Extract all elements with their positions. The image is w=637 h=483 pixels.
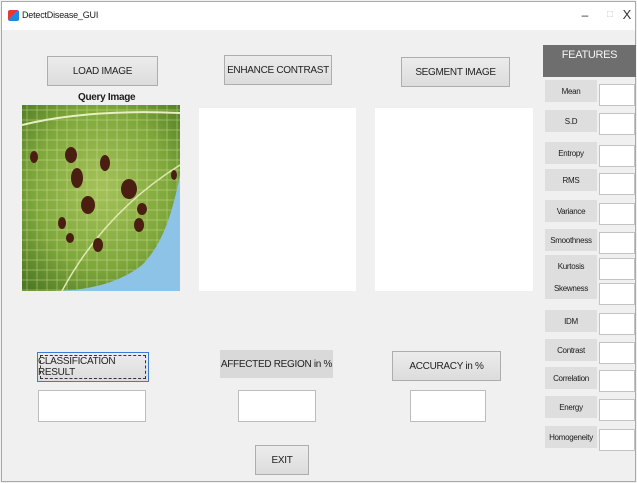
feature-field-correlation[interactable]: [599, 370, 635, 392]
features-header: FEATURES: [543, 45, 636, 77]
feature-field-contrast[interactable]: [599, 342, 635, 364]
classification-result-button[interactable]: CLASSIFICATION RESULT: [37, 352, 149, 382]
matlab-app-icon: [8, 10, 19, 21]
enhance-contrast-button[interactable]: ENHANCE CONTRAST: [224, 55, 332, 85]
feature-label-entropy: Entropy: [545, 142, 597, 164]
accuracy-button[interactable]: ACCURACY in %: [392, 351, 501, 381]
feature-label-smoothness: Smoothness: [545, 229, 597, 251]
query-image-label: Query Image: [78, 92, 136, 103]
segment-image-button[interactable]: SEGMENT IMAGE: [401, 57, 510, 87]
feature-label-correlation: Correlation: [545, 367, 597, 389]
feature-label-mean: Mean: [545, 80, 597, 102]
affected-region-field[interactable]: [238, 390, 316, 422]
feature-field-skewness[interactable]: [599, 283, 635, 305]
feature-label-variance: Variance: [545, 200, 597, 222]
window-title: DetectDisease_GUI: [22, 10, 99, 20]
classification-result-field[interactable]: [38, 390, 146, 422]
enhanced-image-panel: [199, 108, 356, 291]
feature-field-homogeneity[interactable]: [599, 429, 635, 451]
feature-label-sd: S.D: [545, 110, 597, 132]
accuracy-field[interactable]: [410, 390, 486, 422]
feature-label-contrast: Contrast: [545, 339, 597, 361]
feature-field-idm[interactable]: [599, 313, 635, 335]
feature-field-smoothness[interactable]: [599, 232, 635, 254]
feature-field-sd[interactable]: [599, 113, 635, 135]
feature-field-variance[interactable]: [599, 203, 635, 225]
feature-label-rms: RMS: [545, 169, 597, 191]
feature-field-kurtosis[interactable]: [599, 258, 635, 280]
query-image: [22, 105, 180, 291]
segmented-image-panel: [375, 108, 533, 291]
feature-field-entropy[interactable]: [599, 145, 635, 167]
exit-button[interactable]: EXIT: [255, 445, 309, 475]
feature-label-skewness: Skewness: [545, 277, 597, 299]
feature-label-idm: IDM: [545, 310, 597, 332]
feature-field-mean[interactable]: [599, 84, 635, 106]
feature-field-rms[interactable]: [599, 173, 635, 195]
leaf-image-graphic: [22, 105, 180, 291]
affected-region-button[interactable]: AFFECTED REGION in %: [220, 350, 333, 378]
feature-label-energy: Energy: [545, 396, 597, 418]
feature-field-energy[interactable]: [599, 399, 635, 421]
feature-label-homogeneity: Homogeneity: [545, 426, 597, 448]
feature-label-kurtosis: Kurtosis: [545, 255, 597, 277]
minimize-button[interactable]: –: [574, 6, 596, 24]
title-bar: DetectDisease_GUI – □ X: [2, 2, 635, 30]
load-image-button[interactable]: LOAD IMAGE: [47, 56, 158, 86]
close-button[interactable]: X: [616, 6, 637, 24]
